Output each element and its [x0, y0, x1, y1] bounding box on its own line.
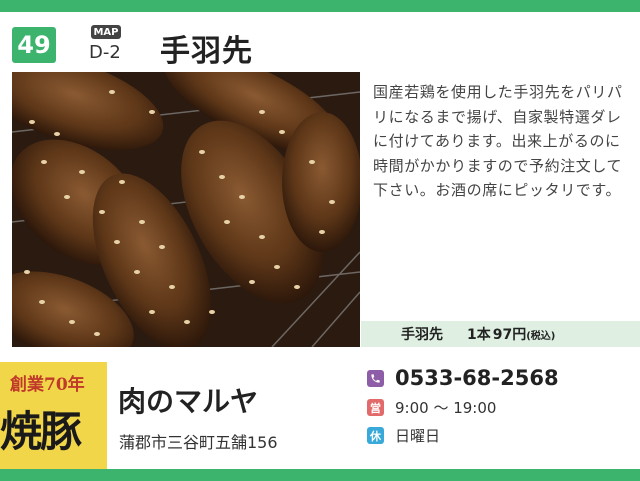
shop-name: 肉のマルヤ — [118, 385, 259, 418]
entry-number-badge: 49 — [12, 27, 56, 63]
price-bar: 手羽先 1本 97円 (税込) — [361, 321, 640, 347]
page-title: 手羽先 — [160, 34, 253, 69]
bottom-accent-bar — [0, 469, 640, 481]
business-hours: 9:00 〜 19:00 — [395, 399, 497, 417]
phone-number[interactable]: 0533-68-2568 — [395, 366, 559, 390]
shop-sign-photo: 創業70年 焼豚 — [0, 362, 107, 469]
description-text: 国産若鶏を使用した手羽先をパリパリになるまで揚げ、自家製特選ダレに付けてあります… — [373, 83, 623, 199]
phone-icon — [367, 369, 384, 387]
business-hours-icon: 営 — [367, 399, 384, 416]
map-code: D-2 — [89, 42, 121, 63]
closed-day: 日曜日 — [395, 427, 441, 445]
hours-row: 営 9:00 〜 19:00 — [367, 397, 496, 418]
sign-main-text: 焼豚 — [0, 407, 82, 456]
price-value: 97円 — [492, 327, 527, 343]
price-quantity: 1本 — [467, 327, 491, 343]
map-label: MAP — [91, 25, 121, 39]
shop-address: 蒲郡市三谷町五舗156 — [119, 433, 278, 452]
chicken-wings-photo — [12, 72, 360, 347]
closed-row: 休 日曜日 — [367, 425, 440, 446]
sign-founding-text: 創業70年 — [10, 375, 85, 395]
top-accent-bar — [0, 0, 640, 12]
price-item-name: 手羽先 — [401, 327, 443, 343]
price-tax-note: (税込) — [526, 330, 556, 342]
closed-day-icon: 休 — [367, 427, 384, 444]
phone-row: 0533-68-2568 — [367, 366, 559, 390]
